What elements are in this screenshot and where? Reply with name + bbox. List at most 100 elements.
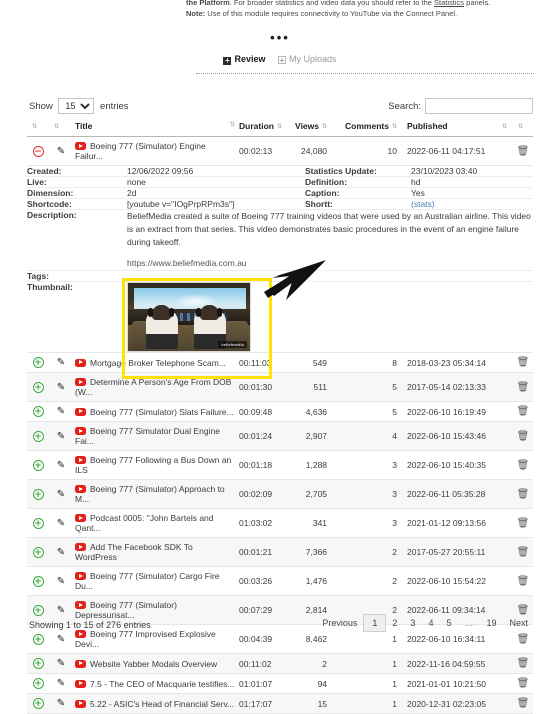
trash-icon[interactable]: 🗑 [517,406,530,417]
expand-icon[interactable]: + [32,381,44,393]
title-cell[interactable]: Boeing 777 (Simulator) Approach to M... [73,479,238,509]
table-row[interactable]: + ✎ Boeing 777 Simulator Dual Engine Fai..… [27,421,533,451]
edit-cell[interactable]: ✎ [49,401,73,422]
expand-cell[interactable]: + [27,508,49,538]
col-duration[interactable]: Duration ⇅ [237,118,290,137]
delete-cell[interactable]: 🗑 [513,372,533,402]
table-row[interactable]: + ✎ Boeing 777 (Simulator) Approach to M..… [27,479,533,509]
expand-cell[interactable]: + [27,421,49,451]
trash-icon[interactable]: 🗑 [517,357,530,368]
search-input[interactable] [425,98,533,114]
delete-cell[interactable]: 🗑 [513,693,533,714]
tab-my-uploads[interactable]: + My Uploads [278,54,337,65]
edit-cell[interactable]: ✎ [49,653,73,674]
collapse-cell[interactable]: − [27,136,49,166]
page-next[interactable]: Next [502,615,535,631]
table-row[interactable]: + ✎ Website Yabber Modals Overview 00:11:02… [27,653,533,674]
delete-cell[interactable]: 🗑 [513,421,533,451]
edit-cell[interactable]: ✎ [49,566,73,596]
delete-cell[interactable]: 🗑 [513,401,533,422]
edit-icon[interactable]: ✎ [57,146,65,157]
tab-review[interactable]: + Review [223,54,265,65]
table-row[interactable]: + ✎ Boeing 777 (Simulator) Cargo Fire Du..… [27,566,533,596]
page-19[interactable]: 19 [479,615,503,631]
trash-icon[interactable]: 🗑 [517,658,530,669]
title-cell[interactable]: Boeing 777 (Simulator) Engine Failur... [73,136,238,166]
edit-cell[interactable]: ✎ [49,450,73,480]
table-row[interactable]: + ✎ Mortgage Broker Telephone Scam... 00:11… [27,352,533,373]
delete-cell[interactable]: 🗑 [513,537,533,567]
expand-icon[interactable]: + [32,406,44,417]
edit-icon[interactable]: ✎ [57,659,65,669]
edit-icon[interactable]: ✎ [57,431,65,442]
expand-cell[interactable]: + [27,401,49,422]
title-cell[interactable]: 7.5 - The CEO of Macquarie testifies... [73,673,238,694]
table-row[interactable]: + ✎ 7.5 - The CEO of Macquarie testifies..… [27,673,533,694]
title-cell[interactable]: Podcast 0005: "John Bartels and Qant... [73,508,238,538]
trash-icon[interactable]: 🗑 [517,698,530,709]
expand-icon[interactable]: + [32,698,44,709]
delete-cell[interactable]: 🗑 [513,352,533,373]
table-row[interactable]: + ✎ Podcast 0005: "John Bartels and Qant..… [27,508,533,538]
trash-icon[interactable]: 🗑 [517,576,530,587]
title-cell[interactable]: Determine A Person's Age From DOB (W... [73,372,238,402]
edit-cell[interactable]: ✎ [49,136,73,166]
title-cell[interactable]: Add The Facebook SDK To WordPress [73,537,238,567]
page-3[interactable]: 3 [403,615,422,631]
trash-icon[interactable]: 🗑 [517,678,530,689]
col-views[interactable]: Views ⇅ [289,118,344,137]
trash-icon[interactable]: 🗑 [517,547,530,558]
table-row[interactable]: + ✎ Determine A Person's Age From DOB (W..… [27,372,533,402]
edit-icon[interactable]: ✎ [57,679,65,689]
page-2[interactable]: 2 [385,615,404,631]
expand-cell[interactable]: + [27,537,49,567]
edit-icon[interactable]: ✎ [57,382,65,393]
expand-icon[interactable]: + [32,633,44,645]
title-cell[interactable]: 5.22 - ASIC's Head of Financial Serv... [73,693,238,714]
table-row[interactable]: + ✎ 5.22 - ASIC's Head of Financial Serv..… [27,693,533,714]
edit-cell[interactable]: ✎ [49,693,73,714]
title-cell[interactable]: Website Yabber Modals Overview [73,653,238,674]
trash-icon[interactable]: 🗑 [517,460,530,471]
edit-icon[interactable]: ✎ [57,460,65,471]
thumbnail-image[interactable]: beliefmedia [127,282,251,352]
trash-icon[interactable]: 🗑 [517,382,530,393]
collapse-icon[interactable]: − [32,145,44,157]
expand-cell[interactable]: + [27,372,49,402]
delete-cell[interactable]: 🗑 [513,508,533,538]
table-row[interactable]: + ✎ Boeing 777 Following a Bus Down an ILS… [27,450,533,480]
edit-cell[interactable]: ✎ [49,479,73,509]
edit-icon[interactable]: ✎ [57,699,65,709]
expand-icon[interactable]: + [32,430,44,442]
col-published[interactable]: Published [405,118,497,137]
expand-cell[interactable]: + [27,693,49,714]
title-cell[interactable]: Boeing 777 (Simulator) Slats Failure... [73,401,238,422]
page-previous[interactable]: Previous [315,615,364,631]
edit-icon[interactable]: ✎ [57,518,65,529]
expand-cell[interactable]: + [27,566,49,596]
delete-cell[interactable]: 🗑 [513,136,533,166]
expand-cell[interactable]: + [27,352,49,373]
col-title[interactable]: Title ⇅ [73,118,238,137]
trash-icon[interactable]: 🗑 [517,489,530,500]
col-comments[interactable]: Comments ⇅ [343,118,405,137]
delete-cell[interactable]: 🗑 [513,566,533,596]
title-cell[interactable]: Boeing 777 Following a Bus Down an ILS [73,450,238,480]
expand-cell[interactable]: + [27,450,49,480]
delete-cell[interactable]: 🗑 [513,450,533,480]
expand-icon[interactable]: + [32,604,44,616]
trash-icon[interactable]: 🗑 [517,518,530,529]
edit-icon[interactable]: ✎ [57,358,65,368]
edit-icon[interactable]: ✎ [57,407,65,417]
title-cell[interactable]: Boeing 777 Simulator Dual Engine Fai... [73,421,238,451]
page-1[interactable]: 1 [363,614,387,632]
edit-cell[interactable]: ✎ [49,537,73,567]
expand-cell[interactable]: + [27,479,49,509]
edit-cell[interactable]: ✎ [49,508,73,538]
table-row[interactable]: + ✎ Boeing 777 (Simulator) Slats Failure..… [27,401,533,422]
edit-icon[interactable]: ✎ [57,576,65,587]
edit-cell[interactable]: ✎ [49,421,73,451]
expand-icon[interactable]: + [32,459,44,471]
table-row-expanded[interactable]: − ✎ Boeing 777 (Simulator) Engine Failur… [27,136,533,166]
trash-icon[interactable]: 🗑 [517,146,530,157]
